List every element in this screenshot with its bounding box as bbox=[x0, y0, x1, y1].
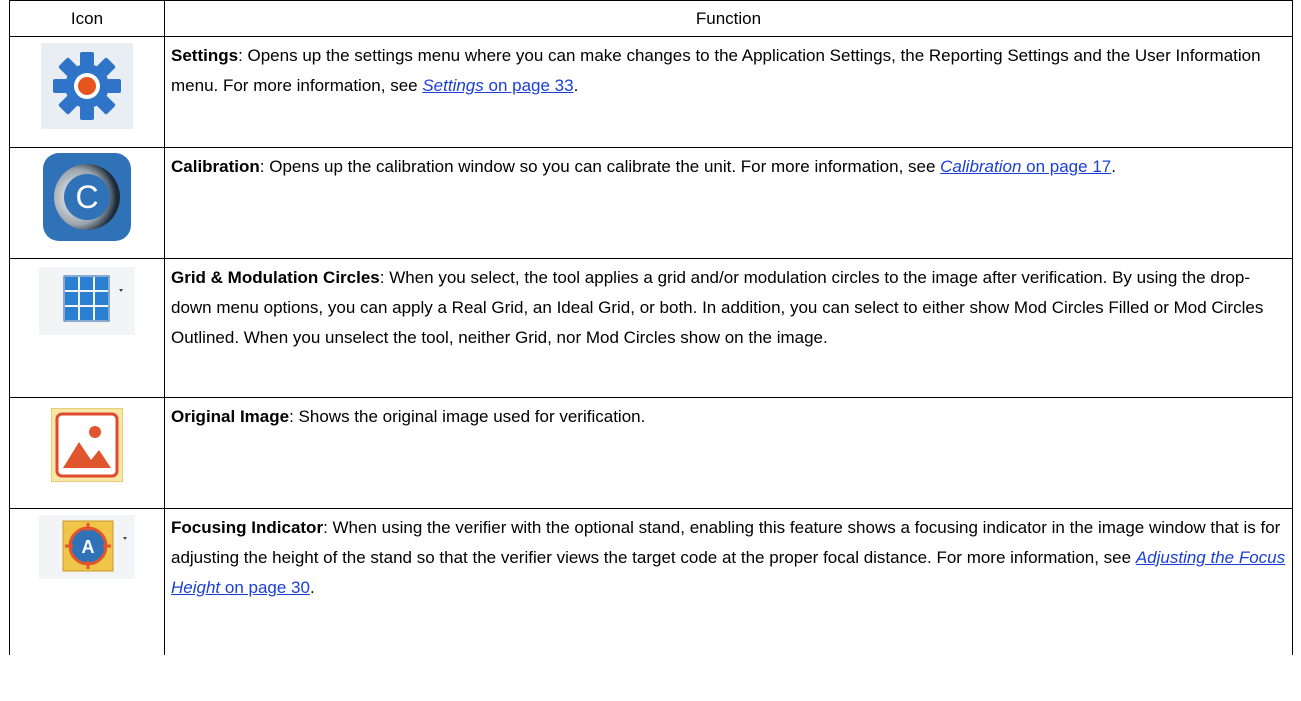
function-title: Original Image bbox=[171, 407, 290, 426]
image-icon bbox=[50, 407, 124, 487]
function-title: Settings bbox=[171, 46, 239, 65]
function-cell: Focusing Indicator: When using the verif… bbox=[164, 508, 1293, 655]
function-end: . bbox=[573, 76, 579, 95]
function-title: Calibration bbox=[171, 157, 260, 176]
svg-text:C: C bbox=[75, 179, 98, 215]
header-icon: Icon bbox=[9, 0, 165, 37]
icon-cell bbox=[9, 36, 165, 148]
function-cell: Calibration: Opens up the calibration wi… bbox=[164, 147, 1293, 259]
svg-text:A: A bbox=[82, 537, 95, 557]
function-cell: Settings: Opens up the settings menu whe… bbox=[164, 36, 1293, 148]
function-title: Focusing Indicator bbox=[171, 518, 324, 537]
table-row: Settings: Opens up the settings menu whe… bbox=[9, 36, 1293, 148]
function-end: . bbox=[1111, 157, 1116, 176]
function-text: : Opens up the calibration window so you… bbox=[259, 157, 941, 176]
table-row: A Focusing Indicator: When using the ver… bbox=[9, 508, 1293, 655]
function-end: . bbox=[309, 578, 315, 597]
function-text: : When using the verifier with the optio… bbox=[171, 518, 1281, 567]
calibration-icon: C bbox=[42, 152, 132, 247]
table-header-row: Icon Function bbox=[9, 0, 1293, 37]
icon-cell: C bbox=[9, 147, 165, 259]
icon-cell: A bbox=[9, 508, 165, 655]
gear-icon bbox=[41, 43, 133, 134]
table-row: Grid & Modulation Circles: When you sele… bbox=[9, 258, 1293, 398]
header-function: Function bbox=[164, 0, 1293, 37]
function-cell: Original Image: Shows the original image… bbox=[164, 397, 1293, 509]
function-text: : Opens up the settings menu where you c… bbox=[171, 46, 1261, 95]
icon-function-table: Icon Function Settings: Opens up the set… bbox=[9, 0, 1293, 655]
icon-cell bbox=[9, 397, 165, 509]
settings-link[interactable]: Settings on page 33 bbox=[422, 76, 573, 95]
function-text: : Shows the original image used for veri… bbox=[289, 407, 646, 426]
table-row: C Calibration: Opens up the calibration … bbox=[9, 147, 1293, 259]
calibration-link[interactable]: Calibration on page 17 bbox=[940, 157, 1111, 176]
table-row: Original Image: Shows the original image… bbox=[9, 397, 1293, 509]
focus-indicator-icon: A bbox=[39, 515, 135, 584]
grid-icon bbox=[39, 267, 135, 340]
function-cell: Grid & Modulation Circles: When you sele… bbox=[164, 258, 1293, 398]
icon-cell bbox=[9, 258, 165, 398]
function-title: Grid & Modulation Circles bbox=[171, 268, 380, 287]
